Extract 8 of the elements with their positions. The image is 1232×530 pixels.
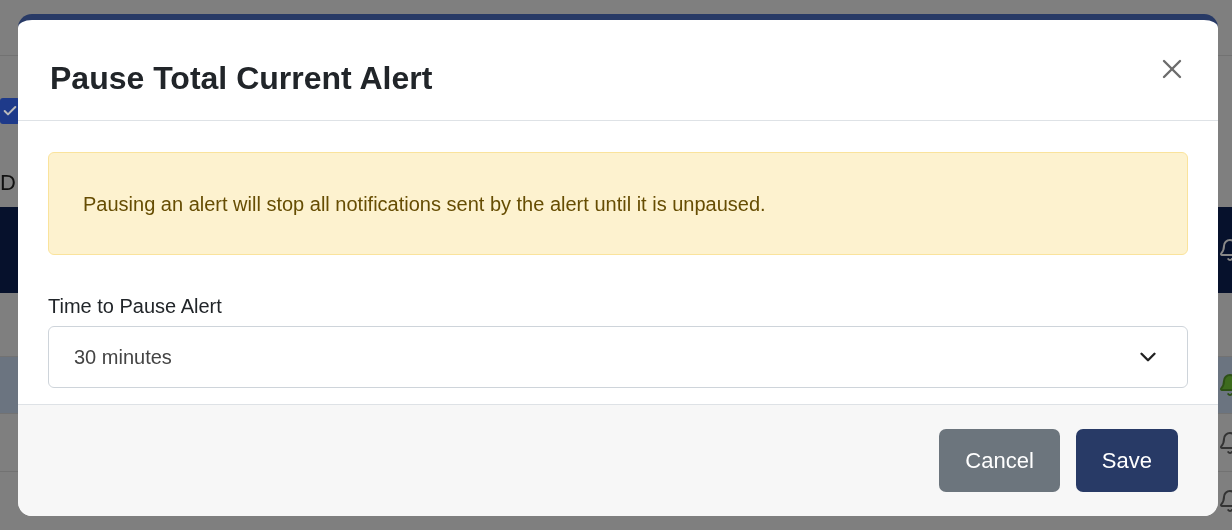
save-button[interactable]: Save (1075, 429, 1178, 492)
cancel-button[interactable]: Cancel (939, 429, 1060, 492)
time-select[interactable]: 30 minutes (48, 326, 1188, 388)
field-label: Time to Pause Alert (48, 294, 222, 319)
checkbox[interactable] (0, 97, 20, 124)
warning-alert: Pausing an alert will stop all notifications sent by the alert until it is unpaused. (48, 152, 1188, 255)
background-text: D (0, 168, 16, 197)
dialog-title: Pause Total Current Alert (50, 59, 433, 98)
